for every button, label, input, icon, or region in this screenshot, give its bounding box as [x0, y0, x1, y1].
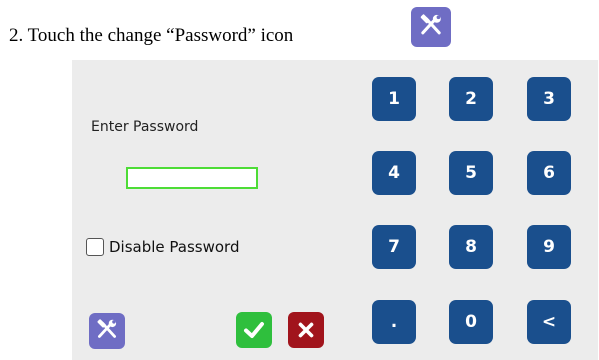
checkmark-icon [244, 322, 264, 338]
instruction-text: 2. Touch the change “Password” icon [9, 25, 294, 46]
enter-password-label: Enter Password [91, 119, 199, 135]
password-input[interactable] [126, 167, 258, 189]
key-5[interactable]: 5 [449, 151, 493, 195]
key-decimal[interactable]: . [372, 300, 416, 344]
key-3[interactable]: 3 [527, 77, 571, 121]
key-9[interactable]: 9 [527, 225, 571, 269]
key-6[interactable]: 6 [527, 151, 571, 195]
key-0[interactable]: 0 [449, 300, 493, 344]
key-backspace[interactable]: < [527, 300, 571, 344]
key-1[interactable]: 1 [372, 77, 416, 121]
tools-icon [411, 7, 451, 47]
key-7[interactable]: 7 [372, 225, 416, 269]
disable-password-label: Disable Password [109, 238, 240, 256]
confirm-button[interactable] [236, 312, 272, 348]
key-2[interactable]: 2 [449, 77, 493, 121]
disable-password-checkbox[interactable] [86, 238, 104, 256]
change-password-button[interactable] [89, 313, 125, 349]
tools-icon [97, 319, 117, 338]
key-8[interactable]: 8 [449, 225, 493, 269]
password-dialog: Enter Password Disable Password 1 2 3 4 … [72, 60, 598, 360]
cancel-button[interactable] [288, 312, 324, 348]
key-4[interactable]: 4 [372, 151, 416, 195]
disable-password-option[interactable]: Disable Password [86, 238, 239, 256]
close-icon [298, 322, 314, 338]
